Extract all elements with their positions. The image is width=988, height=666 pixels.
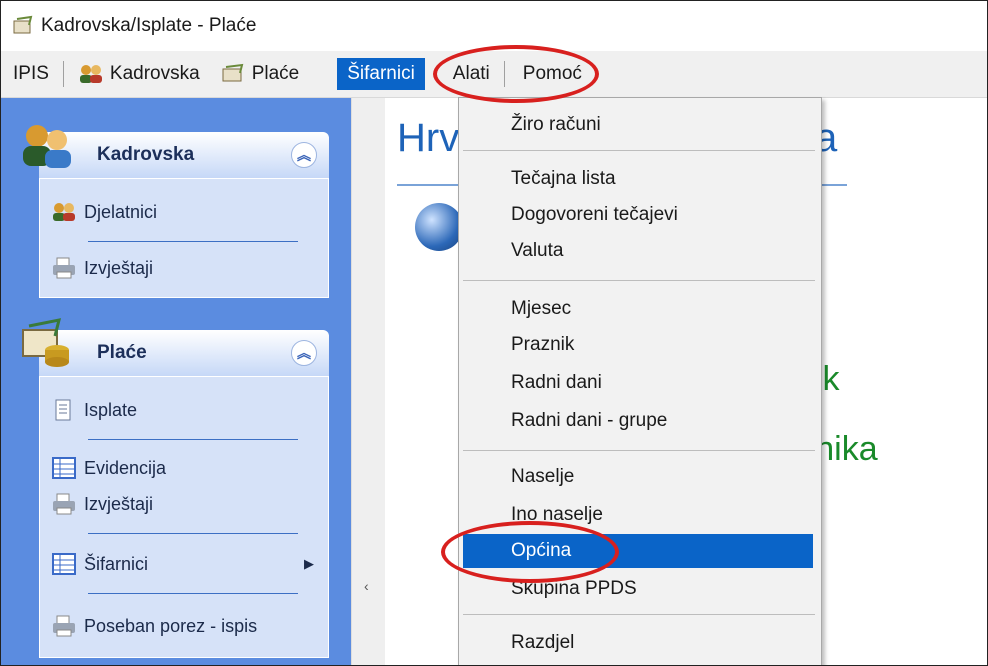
nav-item-djelatnici[interactable]: Djelatnici [52,201,157,223]
payroll-icon [22,318,69,367]
submenu-arrow-icon: ▶ [304,556,314,571]
menu-item-radni-dani[interactable]: Radni dani [459,366,819,400]
app-window: Kadrovska/Isplate - Plaće IPIS Kadrovska… [0,0,988,666]
panel-title-place: Plaće [97,342,147,363]
annotation-oval-menu [433,45,599,103]
menu-item-ziro-racuni[interactable]: Žiro računi [459,108,819,142]
menu-item-valuta[interactable]: Valuta [459,234,819,268]
page-title-start: Hrv [397,116,460,160]
table-icon [52,553,76,575]
app-icon [13,15,33,34]
menu-separator [463,280,815,281]
menu-sifarnici-label: Šifarnici [347,63,415,84]
menu-item-label: Radni dani - grupe [511,410,668,431]
menu-item-razdjel[interactable]: Razdjel [459,626,819,660]
nav-item-izvjestaji[interactable]: Izvještaji [52,257,153,279]
nav-item-label: Izvještaji [84,493,154,514]
menu-item-naselje[interactable]: Naselje [459,460,819,494]
chevron-left-icon[interactable]: ‹ [364,578,369,594]
users-icon [23,125,71,168]
menu-item-label: Mjesec [511,298,572,319]
pane-splitter[interactable]: ‹ [351,98,386,665]
menu-ipis[interactable]: IPIS [1,56,59,92]
users-icon [53,203,75,221]
menu-separator [62,61,64,87]
nav-item-label: Isplate [84,399,138,420]
menu-sifarnici[interactable]: Šifarnici [337,58,425,90]
nav-item-evidencija[interactable]: Evidencija [52,457,166,479]
panel-title-kadrovska: Kadrovska [97,144,195,165]
divider [88,241,298,242]
nav-item-label: Djelatnici [84,201,158,222]
nav-item-label: Šifarnici [84,553,149,574]
collapse-icon[interactable]: ︽ [291,340,317,366]
menu-kadrovska[interactable]: Kadrovska [68,56,210,92]
collapse-icon[interactable]: ︽ [291,142,317,168]
divider [88,593,298,594]
menu-item-dogovoreni-tecajevi[interactable]: Dogovoreni tečajevi [459,198,819,232]
menu-separator [463,614,815,615]
document-icon [55,399,71,421]
menu-item-praznik[interactable]: Praznik [459,328,819,362]
menu-item-label: Tečajna lista [511,168,616,189]
panel-body-place: Isplate Evidencija Izvještaji Šifarnici … [39,376,329,658]
nav-item-poseban-porez[interactable]: Poseban porez - ispis [52,615,257,637]
menu-item-label: Razdjel [511,632,575,653]
payroll-icon [222,63,244,82]
menu-item-label: Naselje [511,466,575,487]
printer-icon [53,615,75,637]
users-icon [79,65,102,83]
menu-item-mjesec[interactable]: Mjesec [459,292,819,326]
menu-ipis-label: IPIS [13,63,49,84]
nav-item-izvjestaji[interactable]: Izvještaji [52,493,153,515]
table-icon [52,457,76,479]
nav-item-isplate[interactable]: Isplate [52,399,137,421]
menu-separator [463,450,815,451]
menu-place[interactable]: Plaće [210,56,310,92]
printer-icon [53,257,75,279]
panel-body-kadrovska: Djelatnici Izvještaji [39,178,329,298]
panel-header-place[interactable]: Plaće ︽ [39,330,329,376]
nav-item-label: Evidencija [84,457,167,478]
menu-separator [463,150,815,151]
menu-item-tecajna-lista[interactable]: Tečajna lista [459,162,819,196]
globe-icon [415,203,463,251]
menu-item-label: Dogovoreni tečajevi [511,204,678,225]
panel-header-kadrovska[interactable]: Kadrovska ︽ [39,132,329,178]
nav-item-label: Poseban porez - ispis [84,615,258,636]
annotation-oval-opcina [441,521,619,583]
nav-item-sifarnici[interactable]: Šifarnici ▶ [52,553,314,575]
menu-item-label: Žiro računi [511,114,601,135]
navigation-pane: Kadrovska ︽ Djelatnici Izvještaji Plaće … [1,98,351,665]
menu-item-label: Radni dani [511,372,602,393]
divider [88,533,298,534]
menu-item-label: Praznik [511,334,575,355]
nav-item-label: Izvještaji [84,257,154,278]
menu-item-radni-dani-grupe[interactable]: Radni dani - grupe [459,404,819,438]
printer-icon [53,493,75,515]
divider [88,439,298,440]
window-title: Kadrovska/Isplate - Plaće [41,15,257,36]
menu-item-label: Valuta [511,240,564,261]
menu-kadrovska-label: Kadrovska [109,63,200,84]
title-bar: Kadrovska/Isplate - Plaće [1,1,987,51]
menu-place-label: Plaće [251,63,300,84]
